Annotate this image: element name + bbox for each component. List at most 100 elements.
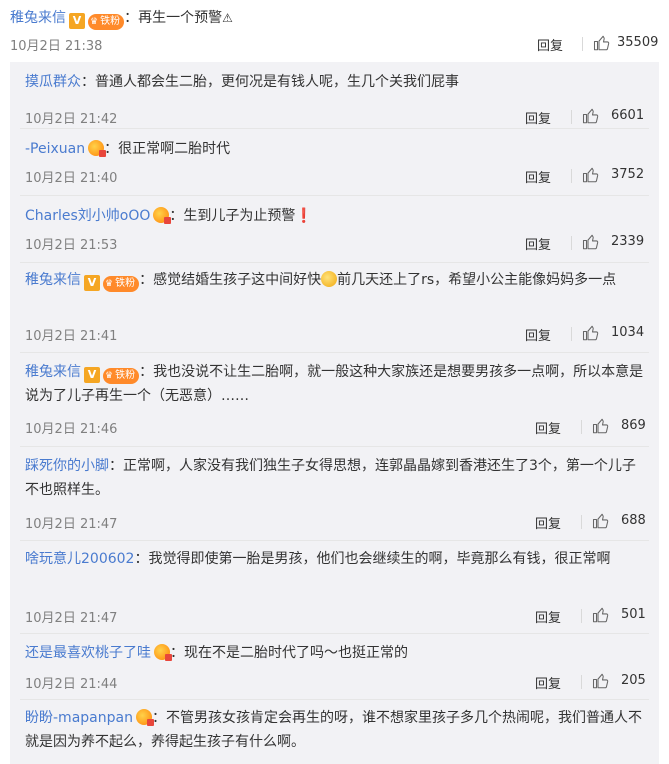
- reply-button[interactable]: 回复: [525, 167, 551, 186]
- comment-meta: 10月2日 21:42 回复 6601: [25, 107, 645, 127]
- main-comment-meta: 10月2日 21:38 回复 35509: [10, 34, 659, 54]
- like-thumb-icon[interactable]: [592, 606, 610, 624]
- reply-button[interactable]: 回复: [537, 35, 563, 54]
- crown-icon: ♛: [105, 371, 114, 381]
- reply-button[interactable]: 回复: [525, 108, 551, 127]
- fan-badge[interactable]: ♛ 铁粉: [103, 368, 140, 384]
- comment-text: ：很正常啊二胎时代: [104, 141, 231, 157]
- like-thumb-icon[interactable]: [582, 107, 600, 125]
- divider: [571, 236, 572, 250]
- comment-text: ：生到儿子为止预警❗: [169, 208, 313, 224]
- comment-date: 10月2日 21:42: [25, 112, 118, 127]
- comment-meta: 10月2日 21:47 回复 501: [25, 606, 646, 626]
- reply-button[interactable]: 回复: [535, 418, 561, 437]
- like-count: 35509: [617, 35, 659, 50]
- reply-button[interactable]: 回复: [535, 673, 561, 692]
- comment-date: 10月2日 21:41: [25, 329, 118, 344]
- row-divider: [20, 446, 649, 447]
- like-thumb-icon[interactable]: [593, 34, 611, 52]
- like-count: 2339: [611, 234, 645, 249]
- like-thumb-icon[interactable]: [592, 512, 610, 530]
- comment-text: ：现在不是二胎时代了吗～也挺正常的: [170, 645, 408, 661]
- divider: [571, 327, 572, 341]
- row-divider: [20, 699, 649, 700]
- comment-text: ：正常啊，人家没有我们独生子女得思想，连郭晶晶嫁到香港还生了3个，第一个儿子不也…: [25, 458, 636, 498]
- vip-crown-icon[interactable]: [135, 709, 154, 726]
- like-thumb-icon[interactable]: [592, 417, 610, 435]
- fan-badge-label: 铁粉: [100, 16, 121, 27]
- comment-meta: 10月2日 21:53 回复 2339: [25, 233, 645, 253]
- comment-date: 10月2日 21:47: [25, 517, 118, 532]
- vip-crown-icon[interactable]: [154, 644, 172, 661]
- like-count: 3752: [611, 167, 645, 182]
- comment-meta: 10月2日 21:46 回复 869: [25, 417, 646, 437]
- divider: [581, 420, 582, 434]
- comment-date: 10月2日 21:47: [25, 611, 118, 626]
- row-divider: [20, 262, 649, 263]
- comment-text: ：感觉结婚生孩子这中间好快: [139, 272, 322, 288]
- reply-button[interactable]: 回复: [535, 607, 561, 626]
- reply-button[interactable]: 回复: [535, 513, 561, 532]
- comment-meta: 10月2日 21:47 回复 688: [25, 512, 646, 532]
- fan-badge[interactable]: ♛ 铁粉: [88, 14, 125, 30]
- crown-icon: ♛: [90, 17, 99, 27]
- divider: [581, 609, 582, 623]
- laugh-cry-emoji-icon: [321, 271, 338, 287]
- like-count: 1034: [611, 325, 645, 340]
- main-comment-body: 稚兔来信 V ♛ 铁粉 ：再生一个预警⚠: [10, 8, 233, 30]
- username-link[interactable]: 摸瓜群众: [25, 74, 81, 90]
- verified-v-icon[interactable]: V: [84, 367, 100, 383]
- like-thumb-icon[interactable]: [592, 672, 610, 690]
- comment-date: 10月2日 21:44: [25, 677, 118, 692]
- row-divider: [20, 195, 649, 196]
- comment-date: 10月2日 21:38: [10, 39, 103, 54]
- username-link[interactable]: 稚兔来信: [25, 272, 81, 288]
- fan-badge[interactable]: ♛ 铁粉: [103, 276, 140, 292]
- comment-meta: 10月2日 21:41 回复 1034: [25, 324, 645, 344]
- like-thumb-icon[interactable]: [582, 324, 600, 342]
- comment-text: ：再生一个预警: [124, 10, 223, 26]
- username-link[interactable]: 稚兔来信: [25, 364, 81, 380]
- like-count: 501: [621, 607, 646, 622]
- like-count: 869: [621, 418, 646, 433]
- username-link[interactable]: 踩死你的小脚: [25, 458, 109, 474]
- username-link[interactable]: 啥玩意儿200602: [25, 551, 134, 567]
- like-count: 6601: [611, 108, 645, 123]
- comment-text: ：我觉得即使第一胎是男孩，他们也会继续生的啊，毕竟那么有钱，很正常啊: [134, 551, 611, 567]
- username-link[interactable]: 稚兔来信: [10, 10, 66, 26]
- crown-icon: ♛: [105, 279, 114, 289]
- reply-button[interactable]: 回复: [525, 234, 551, 253]
- comment-meta: 10月2日 21:44 回复 205: [25, 672, 646, 692]
- vip-crown-icon[interactable]: [88, 140, 107, 157]
- divider: [581, 675, 582, 689]
- row-divider: [20, 540, 649, 541]
- username-link[interactable]: -Peixuan: [25, 141, 85, 157]
- row-divider: [20, 128, 649, 129]
- comment-text-continued: 前几天还上了rs，希望小公主能像妈妈多一点: [337, 272, 617, 288]
- comment-date: 10月2日 21:53: [25, 238, 118, 253]
- divider: [582, 37, 583, 51]
- like-thumb-icon[interactable]: [582, 233, 600, 251]
- verified-v-icon[interactable]: V: [69, 13, 85, 29]
- like-count: 205: [621, 673, 646, 688]
- username-link[interactable]: 盼盼-mapanpan: [25, 710, 133, 726]
- comment-date: 10月2日 21:40: [25, 171, 118, 186]
- comment-date: 10月2日 21:46: [25, 422, 118, 437]
- warning-icon: ⚠: [222, 11, 233, 25]
- username-link[interactable]: Charles刘小帅oOO: [25, 208, 150, 224]
- like-count: 688: [621, 513, 646, 528]
- divider: [571, 169, 572, 183]
- reply-list: 摸瓜群众：普通人都会生二胎，更何况是有钱人呢，生几个关我们屁事 10月2日 21…: [10, 62, 659, 764]
- username-link[interactable]: 还是最喜欢桃子了哇: [25, 645, 151, 661]
- row-divider: [20, 352, 649, 353]
- main-comment: 稚兔来信 V ♛ 铁粉 ：再生一个预警⚠ 10月2日 21:38 回复 35509: [0, 0, 669, 62]
- divider: [571, 110, 572, 124]
- comment-text: ：普通人都会生二胎，更何况是有钱人呢，生几个关我们屁事: [81, 74, 459, 90]
- reply-button[interactable]: 回复: [525, 325, 551, 344]
- verified-v-icon[interactable]: V: [84, 275, 100, 291]
- like-thumb-icon[interactable]: [582, 166, 600, 184]
- divider: [581, 515, 582, 529]
- row-divider: [20, 633, 649, 634]
- comment-meta: 10月2日 21:40 回复 3752: [25, 166, 645, 186]
- vip-crown-icon[interactable]: [153, 207, 172, 224]
